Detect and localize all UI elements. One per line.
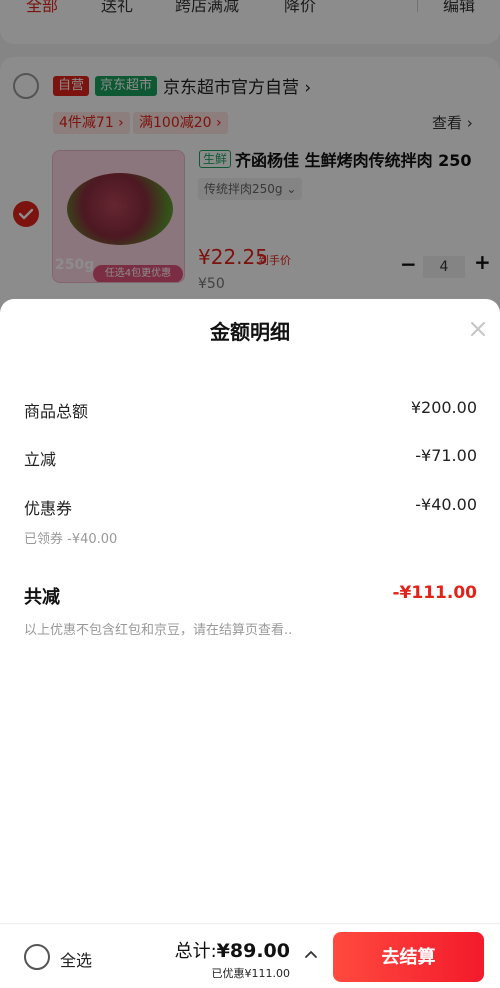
instant-discount-label: 立减 [24,450,57,469]
total-reduction-label: 共减 [24,587,60,608]
saved-amount: 已优惠¥111.00 [211,967,291,980]
checkout-button[interactable]: 去结算 [333,932,484,982]
checkout-bar: 全选 总计:¥89.00 已优惠¥111.00 去结算 [0,923,500,988]
coupon-claimed-note: 已领券 -¥40.00 [24,532,118,547]
total-sum-label: 总计: [174,941,217,962]
goods-total-value: ¥200.00 [410,398,477,417]
select-all-radio[interactable] [24,944,50,970]
discount-note: 以上优惠不包含红包和京豆，请在结算页查看.. [24,623,293,638]
close-icon[interactable] [466,317,490,341]
total-sum-value: ¥89.00 [216,940,290,962]
total-sum: 总计:¥89.00 [175,937,290,963]
instant-discount-value: -¥71.00 [415,446,477,465]
chevron-up-icon[interactable] [304,949,318,959]
coupon-value: -¥40.00 [415,495,477,514]
select-all-label[interactable]: 全选 [60,947,92,971]
goods-total-label: 商品总额 [24,402,89,421]
amount-detail-sheet: 金额明细 商品总额 ¥200.00 立减 -¥71.00 优惠券 -¥40.00… [0,299,500,923]
total-reduction-value: -¥111.00 [392,583,478,603]
coupon-label: 优惠券 [24,499,73,518]
sheet-title: 金额明细 [210,320,290,344]
